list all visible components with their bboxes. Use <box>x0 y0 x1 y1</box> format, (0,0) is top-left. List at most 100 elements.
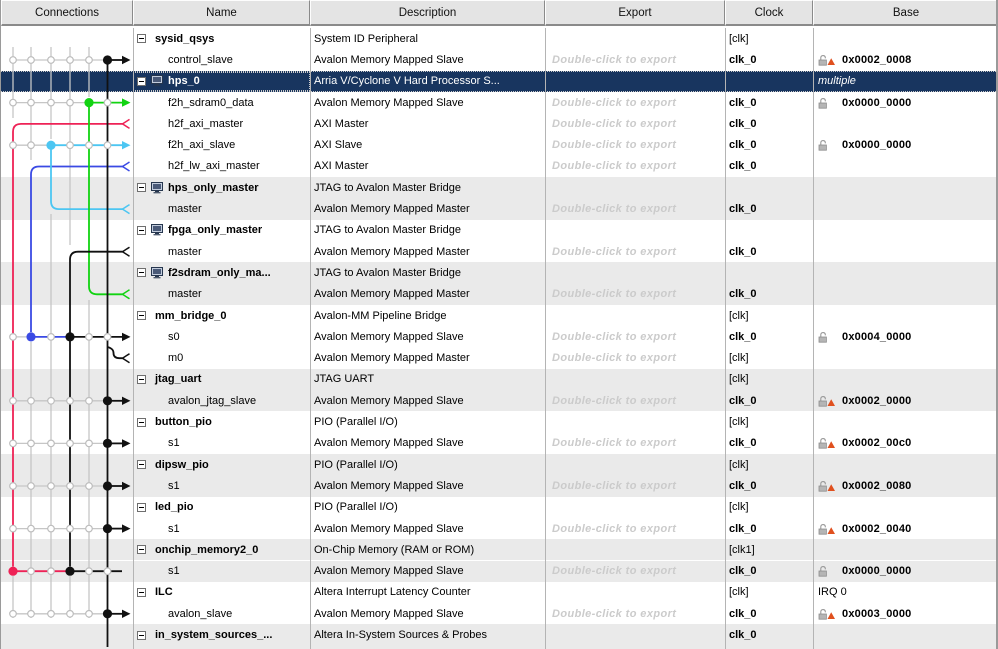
export-placeholder-text[interactable]: Double-click to export <box>552 288 676 300</box>
port-row-master[interactable]: masterAvalon Memory Mapped MasterDouble-… <box>1 284 998 305</box>
collapse-minus-icon[interactable] <box>137 418 146 427</box>
name-cell[interactable]: f2h_sdram0_data <box>133 92 310 113</box>
clock-cell[interactable]: clk_0 <box>725 113 813 134</box>
port-row-s1[interactable]: s1Avalon Memory Mapped SlaveDouble-click… <box>1 475 998 496</box>
export-placeholder-text[interactable]: Double-click to export <box>552 331 676 343</box>
clock-cell[interactable]: clk_0 <box>725 135 813 156</box>
export-placeholder-text[interactable]: Double-click to export <box>552 480 676 492</box>
name-cell[interactable]: master <box>133 241 310 262</box>
clock-cell[interactable]: clk_0 <box>725 156 813 177</box>
export-cell[interactable] <box>545 539 725 560</box>
name-cell[interactable]: mm_bridge_0 <box>133 305 310 326</box>
clock-cell[interactable]: [clk] <box>725 369 813 390</box>
lock-with-red-flag-icon[interactable] <box>818 523 836 535</box>
port-row-s1[interactable]: s1Avalon Memory Mapped SlaveDouble-click… <box>1 518 998 539</box>
export-cell[interactable]: Double-click to export <box>545 561 725 582</box>
module-row-onchip_memory2_0[interactable]: onchip_memory2_0On-Chip Memory (RAM or R… <box>1 539 998 560</box>
base-cell[interactable] <box>813 198 998 219</box>
name-cell[interactable]: control_slave <box>133 49 310 70</box>
name-cell[interactable]: sysid_qsys <box>133 28 310 49</box>
port-row-h2f_lw_axi_master[interactable]: h2f_lw_axi_masterAXI MasterDouble-click … <box>1 156 998 177</box>
unlocked-lock-icon[interactable] <box>818 331 836 343</box>
clock-cell[interactable]: clk_0 <box>725 198 813 219</box>
base-cell[interactable]: IRQ 0 <box>813 582 998 603</box>
name-cell[interactable]: s1 <box>133 433 310 454</box>
clock-cell[interactable]: [clk] <box>725 28 813 49</box>
collapse-minus-icon[interactable] <box>137 460 146 469</box>
module-row-f2sdram_only_ma...[interactable]: f2sdram_only_ma...JTAG to Avalon Master … <box>1 262 998 283</box>
base-cell[interactable] <box>813 220 998 241</box>
export-placeholder-text[interactable]: Double-click to export <box>552 395 676 407</box>
module-row-hps_0[interactable]: hps_0Arria V/Cyclone V Hard Processor S.… <box>1 71 998 92</box>
name-cell[interactable]: h2f_lw_axi_master <box>133 156 310 177</box>
name-cell[interactable]: led_pio <box>133 497 310 518</box>
name-cell[interactable]: onchip_memory2_0 <box>133 539 310 560</box>
name-cell[interactable]: hps_0 <box>133 72 310 91</box>
export-cell[interactable] <box>545 72 725 91</box>
export-cell[interactable]: Double-click to export <box>545 241 725 262</box>
base-address[interactable]: 0x0002_0008 <box>842 54 912 66</box>
export-cell[interactable] <box>545 454 725 475</box>
base-address[interactable]: 0x0000_0000 <box>842 565 912 577</box>
base-cell[interactable] <box>813 177 998 198</box>
module-row-mm_bridge_0[interactable]: mm_bridge_0Avalon-MM Pipeline Bridge[clk… <box>1 305 998 326</box>
base-cell[interactable] <box>813 113 998 134</box>
clock-cell[interactable] <box>725 177 813 198</box>
export-placeholder-text[interactable]: Double-click to export <box>552 523 676 535</box>
clock-cell[interactable]: [clk] <box>725 305 813 326</box>
module-row-dipsw_pio[interactable]: dipsw_pioPIO (Parallel I/O)[clk] <box>1 454 998 475</box>
name-cell[interactable]: master <box>133 198 310 219</box>
export-cell[interactable] <box>545 220 725 241</box>
clock-cell[interactable] <box>725 262 813 283</box>
name-cell[interactable]: master <box>133 284 310 305</box>
export-cell[interactable]: Double-click to export <box>545 433 725 454</box>
export-placeholder-text[interactable]: Double-click to export <box>552 139 676 151</box>
clock-cell[interactable]: clk_0 <box>725 241 813 262</box>
base-cell[interactable]: 0x0002_0040 <box>813 518 998 539</box>
port-row-h2f_axi_master[interactable]: h2f_axi_masterAXI MasterDouble-click to … <box>1 113 998 134</box>
base-address[interactable]: 0x0003_0000 <box>842 608 912 620</box>
lock-with-red-flag-icon[interactable] <box>818 480 836 492</box>
export-cell[interactable]: Double-click to export <box>545 113 725 134</box>
export-cell[interactable]: Double-click to export <box>545 348 725 369</box>
base-cell[interactable]: 0x0000_0000 <box>813 92 998 113</box>
column-separator[interactable] <box>725 28 726 649</box>
base-cell[interactable] <box>813 305 998 326</box>
name-cell[interactable]: m0 <box>133 348 310 369</box>
port-row-control_slave[interactable]: control_slaveAvalon Memory Mapped SlaveD… <box>1 49 998 70</box>
base-cell[interactable] <box>813 156 998 177</box>
base-cell[interactable]: 0x0000_0000 <box>813 135 998 156</box>
name-cell[interactable]: jtag_uart <box>133 369 310 390</box>
export-cell[interactable]: Double-click to export <box>545 135 725 156</box>
clock-cell[interactable]: [clk] <box>725 348 813 369</box>
clock-cell[interactable] <box>725 220 813 241</box>
export-cell[interactable] <box>545 28 725 49</box>
base-address[interactable]: 0x0002_0040 <box>842 523 912 535</box>
export-placeholder-text[interactable]: Double-click to export <box>552 608 676 620</box>
clock-cell[interactable]: clk_0 <box>725 561 813 582</box>
base-cell[interactable] <box>813 539 998 560</box>
clock-cell[interactable]: clk_0 <box>725 390 813 411</box>
export-cell[interactable] <box>545 624 725 645</box>
collapse-minus-icon[interactable] <box>137 545 146 554</box>
base-address[interactable]: 0x0002_0080 <box>842 480 912 492</box>
port-row-s0[interactable]: s0Avalon Memory Mapped SlaveDouble-click… <box>1 326 998 347</box>
collapse-minus-icon[interactable] <box>137 226 146 235</box>
export-cell[interactable]: Double-click to export <box>545 390 725 411</box>
port-row-avalon_slave[interactable]: avalon_slaveAvalon Memory Mapped SlaveDo… <box>1 603 998 624</box>
export-placeholder-text[interactable]: Double-click to export <box>552 437 676 449</box>
clock-cell[interactable]: clk_0 <box>725 433 813 454</box>
base-cell[interactable]: 0x0002_0080 <box>813 475 998 496</box>
base-cell[interactable] <box>813 497 998 518</box>
port-row-avalon_jtag_slave[interactable]: avalon_jtag_slaveAvalon Memory Mapped Sl… <box>1 390 998 411</box>
column-separator[interactable] <box>133 28 134 649</box>
lock-with-red-flag-icon[interactable] <box>818 54 836 66</box>
base-address[interactable]: 0x0004_0000 <box>842 331 912 343</box>
module-row-fpga_only_master[interactable]: fpga_only_masterJTAG to Avalon Master Br… <box>1 220 998 241</box>
base-cell[interactable] <box>813 241 998 262</box>
clock-cell[interactable]: clk_0 <box>725 603 813 624</box>
clock-cell[interactable]: clk_0 <box>725 518 813 539</box>
column-separator[interactable] <box>310 28 311 649</box>
module-row-jtag_uart[interactable]: jtag_uartJTAG UART[clk] <box>1 369 998 390</box>
base-address[interactable]: 0x0000_0000 <box>842 139 912 151</box>
